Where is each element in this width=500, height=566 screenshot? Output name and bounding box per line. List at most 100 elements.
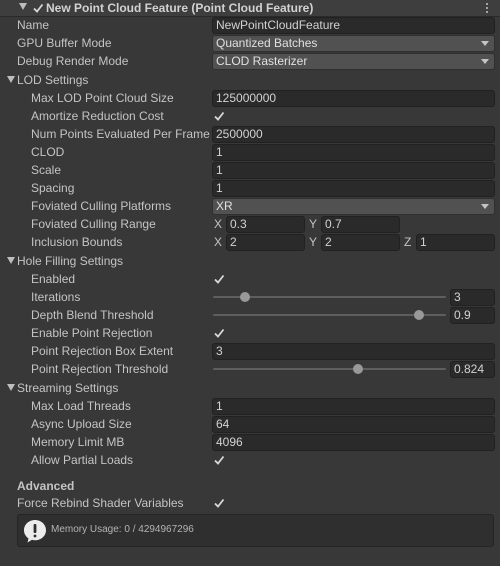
depth-blend-threshold-row: Depth Blend Threshold 0.9 <box>0 306 500 324</box>
scale-label: Scale <box>31 163 62 177</box>
iterations-slider-thumb[interactable] <box>239 292 250 302</box>
allow-partial-loads-row: Allow Partial Loads <box>0 451 500 469</box>
amortize-reduction-cost-row: Amortize Reduction Cost <box>0 107 500 125</box>
depth-blend-threshold-field[interactable]: 0.9 <box>450 307 495 324</box>
foviated-culling-platforms-value: XR <box>216 199 233 213</box>
foviated-culling-range-row: Foviated Culling Range X 0.3 Y 0.7 <box>0 215 500 233</box>
streaming-foldout[interactable]: Streaming Settings <box>0 379 500 397</box>
hole-filling-enabled-label: Enabled <box>31 272 76 286</box>
num-points-evaluated-label: Num Points Evaluated Per Frame <box>31 127 210 141</box>
scale-field[interactable]: 1 <box>212 162 495 179</box>
max-load-threads-row: Max Load Threads 1 <box>0 397 500 415</box>
range-x-field[interactable]: 0.3 <box>226 216 305 233</box>
name-label: Name <box>17 18 50 32</box>
component-enabled-checkbox[interactable] <box>32 2 44 14</box>
force-rebind-checkbox[interactable] <box>213 497 225 509</box>
amortize-reduction-cost-checkbox[interactable] <box>213 110 225 122</box>
advanced-header-row: Advanced <box>0 477 500 495</box>
range-y-axis-label: Y <box>309 217 318 231</box>
foviated-culling-platforms-row: Foviated Culling Platforms XR <box>0 197 500 215</box>
num-points-evaluated-field[interactable]: 2500000 <box>212 126 495 143</box>
component-foldout-icon[interactable] <box>19 3 27 10</box>
point-rejection-box-extent-row: Point Rejection Box Extent 3 <box>0 342 500 360</box>
bounds-x-field[interactable]: 2 <box>226 234 305 251</box>
foldout-arrow-icon[interactable] <box>7 257 15 264</box>
max-lod-point-cloud-size-row: Max LOD Point Cloud Size 125000000 <box>0 89 500 107</box>
lod-settings-header: LOD Settings <box>17 73 89 87</box>
max-lod-point-cloud-size-field[interactable]: 125000000 <box>212 90 495 107</box>
foldout-arrow-icon[interactable] <box>7 76 15 83</box>
chevron-down-icon <box>481 59 489 64</box>
name-field[interactable]: NewPointCloudFeature <box>212 17 495 34</box>
gpu-buffer-mode-label: GPU Buffer Mode <box>17 36 112 50</box>
allow-partial-loads-checkbox[interactable] <box>213 454 225 466</box>
inclusion-bounds-label: Inclusion Bounds <box>31 235 123 249</box>
iterations-label: Iterations <box>31 290 81 304</box>
debug-render-mode-row: Debug Render Mode CLOD Rasterizer <box>0 52 500 70</box>
debug-render-mode-label: Debug Render Mode <box>17 54 129 68</box>
inclusion-bounds-row: Inclusion Bounds X 2 Y 2 Z 1 <box>0 233 500 251</box>
debug-render-mode-value: CLOD Rasterizer <box>216 54 308 68</box>
spacing-row: Spacing 1 <box>0 179 500 197</box>
memory-limit-row: Memory Limit MB 4096 <box>0 433 500 451</box>
chevron-down-icon <box>481 204 489 209</box>
enable-point-rejection-label: Enable Point Rejection <box>31 326 153 340</box>
max-load-threads-field[interactable]: 1 <box>212 398 495 415</box>
iterations-field[interactable]: 3 <box>450 289 495 306</box>
point-rejection-box-extent-field[interactable]: 3 <box>212 343 495 360</box>
bounds-z-field[interactable]: 1 <box>416 234 495 251</box>
memory-usage-text: Memory Usage: 0 / 4294967296 <box>51 524 194 535</box>
component-title: New Point Cloud Feature (Point Cloud Fea… <box>46 1 314 15</box>
bounds-x-axis-label: X <box>214 235 223 249</box>
foldout-arrow-icon[interactable] <box>7 384 15 391</box>
async-upload-size-label: Async Upload Size <box>31 417 132 431</box>
lod-settings-foldout[interactable]: LOD Settings <box>0 71 500 89</box>
allow-partial-loads-label: Allow Partial Loads <box>31 453 134 467</box>
spacing-label: Spacing <box>31 181 75 195</box>
memory-limit-label: Memory Limit MB <box>31 435 125 449</box>
depth-blend-slider-track[interactable] <box>213 314 446 316</box>
depth-blend-threshold-label: Depth Blend Threshold <box>31 308 154 322</box>
amortize-reduction-cost-label: Amortize Reduction Cost <box>31 109 164 123</box>
streaming-header: Streaming Settings <box>17 381 119 395</box>
bounds-z-axis-label: Z <box>404 235 412 249</box>
hole-filling-enabled-checkbox[interactable] <box>213 273 225 285</box>
chevron-down-icon <box>481 41 489 46</box>
clod-field[interactable]: 1 <box>212 144 495 161</box>
force-rebind-label: Force Rebind Shader Variables <box>17 496 184 510</box>
point-rejection-threshold-row: Point Rejection Threshold 0.824 <box>0 360 500 378</box>
point-rejection-slider-thumb[interactable] <box>353 364 364 374</box>
point-rejection-threshold-field[interactable]: 0.824 <box>450 361 495 378</box>
point-rejection-slider-track[interactable] <box>213 368 446 370</box>
debug-render-mode-dropdown[interactable]: CLOD Rasterizer <box>212 53 495 70</box>
num-points-evaluated-row: Num Points Evaluated Per Frame 2500000 <box>0 125 500 143</box>
gpu-buffer-mode-dropdown[interactable]: Quantized Batches <box>212 35 495 52</box>
memory-usage-help-box: Memory Usage: 0 / 4294967296 <box>17 514 494 547</box>
scale-row: Scale 1 <box>0 161 500 179</box>
advanced-header: Advanced <box>17 479 75 493</box>
gpu-buffer-mode-value: Quantized Batches <box>216 36 318 50</box>
force-rebind-row: Force Rebind Shader Variables <box>0 494 500 512</box>
warning-icon <box>24 520 46 543</box>
foviated-culling-platforms-label: Foviated Culling Platforms <box>31 199 172 213</box>
hole-filling-foldout[interactable]: Hole Filling Settings <box>0 252 500 270</box>
foviated-culling-platforms-dropdown[interactable]: XR <box>212 198 495 215</box>
memory-limit-field[interactable]: 4096 <box>212 434 495 451</box>
async-upload-size-row: Async Upload Size 64 <box>0 415 500 433</box>
component-header[interactable]: New Point Cloud Feature (Point Cloud Fea… <box>0 0 500 17</box>
point-rejection-threshold-label: Point Rejection Threshold <box>31 362 169 376</box>
clod-row: CLOD 1 <box>0 143 500 161</box>
max-lod-point-cloud-size-label: Max LOD Point Cloud Size <box>31 91 174 105</box>
bounds-y-field[interactable]: 2 <box>321 234 400 251</box>
depth-blend-slider-thumb[interactable] <box>413 310 424 320</box>
hole-filling-enabled-row: Enabled <box>0 270 500 288</box>
range-y-field[interactable]: 0.7 <box>321 216 400 233</box>
clod-label: CLOD <box>31 145 65 159</box>
max-load-threads-label: Max Load Threads <box>31 399 131 413</box>
foviated-culling-range-label: Foviated Culling Range <box>31 217 156 231</box>
spacing-field[interactable]: 1 <box>212 180 495 197</box>
async-upload-size-field[interactable]: 64 <box>212 416 495 433</box>
enable-point-rejection-checkbox[interactable] <box>213 327 225 339</box>
more-options-icon[interactable] <box>486 3 489 15</box>
name-row: Name NewPointCloudFeature <box>0 16 500 34</box>
